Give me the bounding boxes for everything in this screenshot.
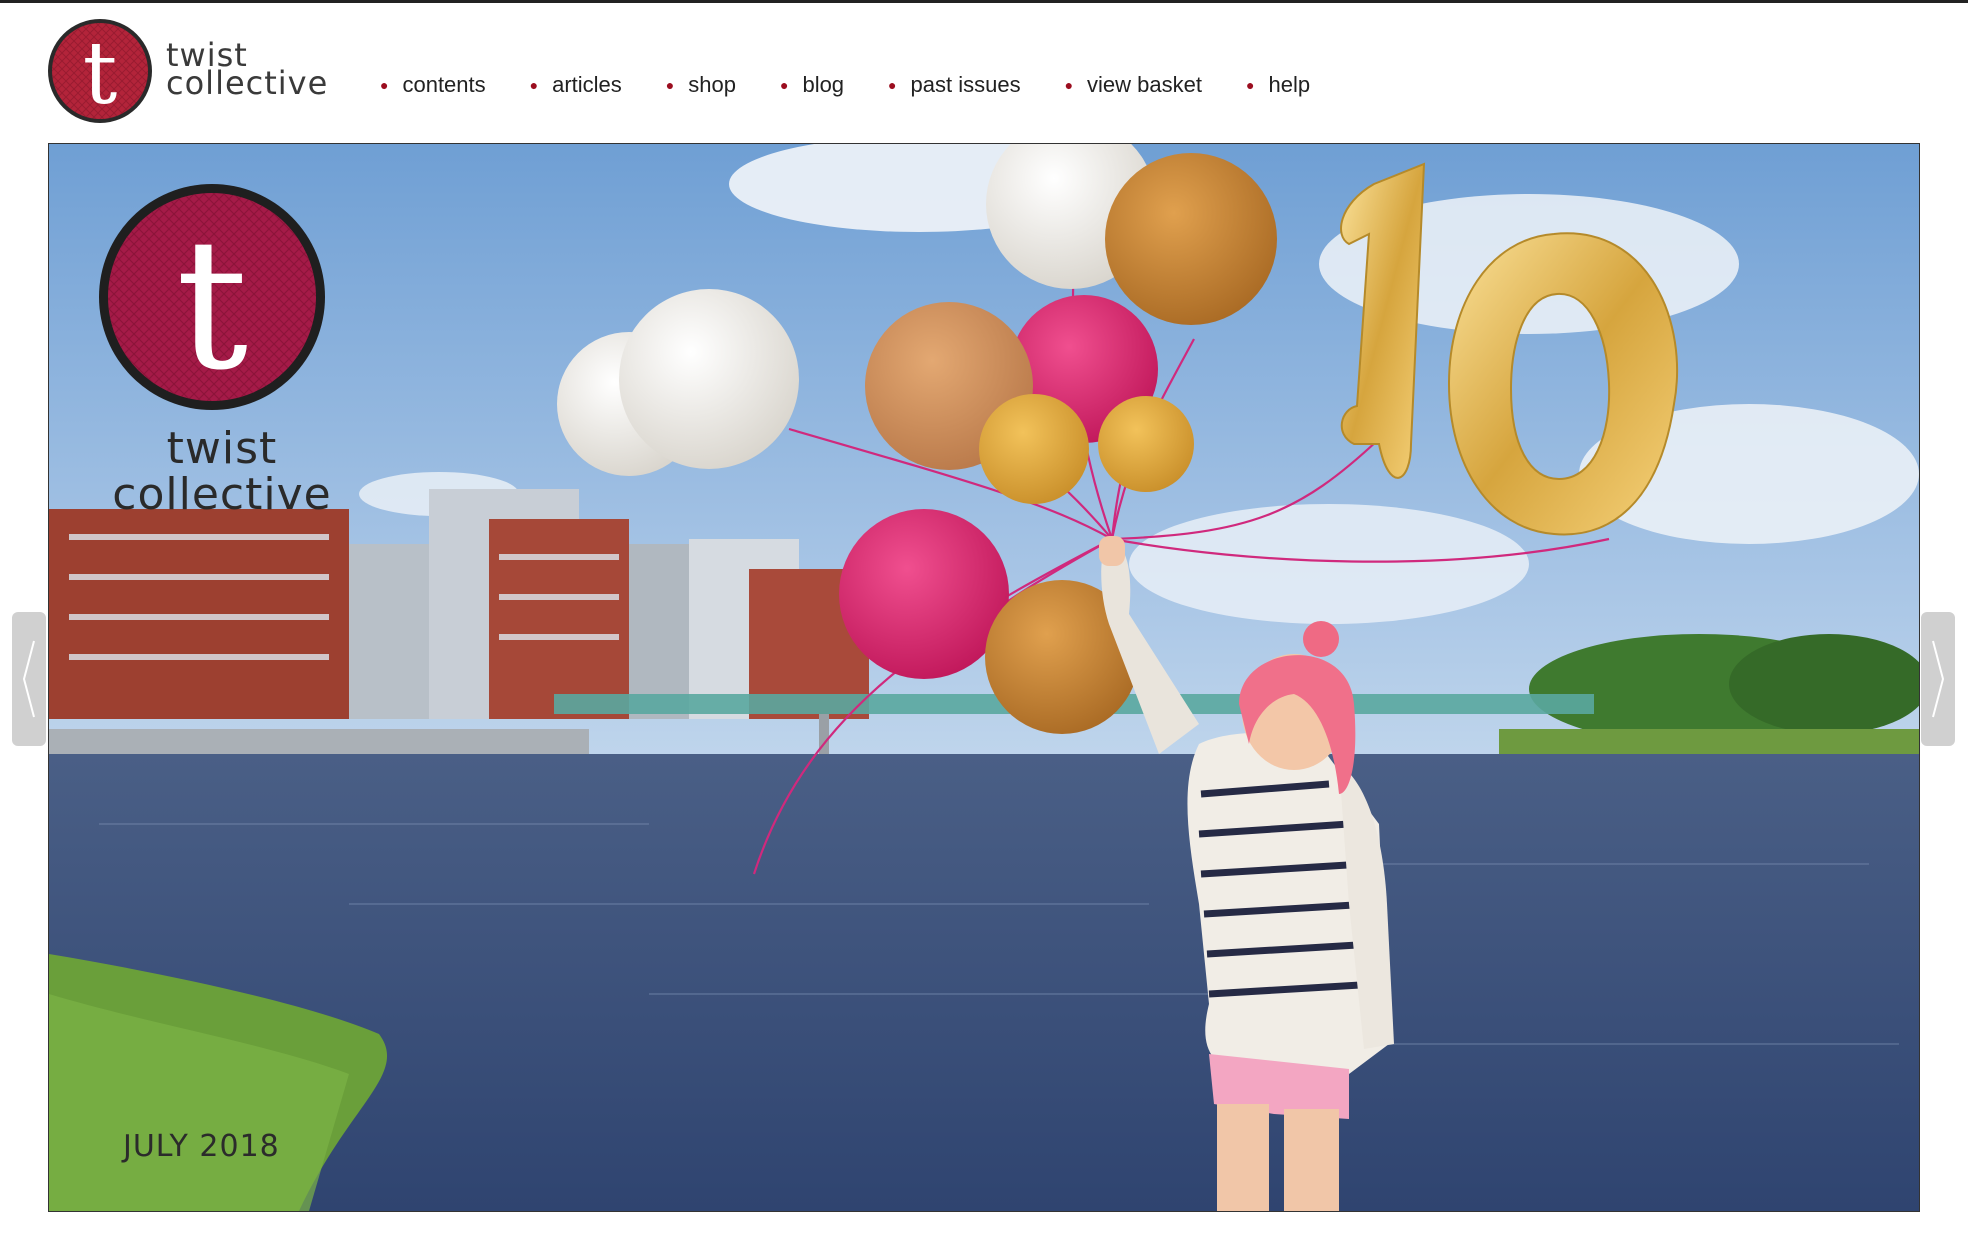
cover-slide[interactable]: t twist collective JULY 2018	[48, 143, 1920, 1212]
cover-logo-wordmark: twist collective	[107, 426, 337, 518]
main-nav: ● contents ● articles ● shop ● blog ● past is…	[380, 69, 1354, 101]
nav-label: shop	[688, 72, 736, 97]
site-header: t twist collective ● contents ● articles ●…	[0, 3, 1968, 143]
nav-label: past issues	[910, 72, 1021, 97]
logo-wordmark: twist collective	[166, 39, 329, 102]
bullet-icon: ●	[888, 77, 897, 93]
issue-date: JULY 2018	[123, 1129, 280, 1164]
nav-label: help	[1268, 72, 1311, 97]
nav-label: blog	[802, 72, 845, 97]
bullet-icon: ●	[1064, 77, 1074, 93]
nav-articles[interactable]: ● articles	[530, 72, 622, 98]
nav-label: articles	[552, 72, 622, 97]
logo-badge-icon: t	[48, 19, 152, 124]
nav-label: contents	[402, 72, 486, 97]
slider-next-button[interactable]	[1921, 612, 1955, 746]
nav-label: view basket	[1087, 72, 1202, 97]
svg-text:t: t	[176, 201, 248, 410]
nav-blog[interactable]: ● blog	[780, 72, 844, 98]
nav-shop[interactable]: ● shop	[666, 72, 736, 98]
bullet-icon: ●	[665, 77, 675, 93]
cover-photo: t	[49, 144, 1919, 1211]
bullet-icon: ●	[1246, 77, 1255, 93]
nav-help[interactable]: ● help	[1246, 72, 1310, 98]
chevron-left-icon	[22, 640, 35, 718]
nav-view-basket[interactable]: ● view basket	[1065, 72, 1202, 98]
slider-prev-button[interactable]	[12, 612, 46, 746]
bullet-icon: ●	[779, 77, 789, 93]
logo-word-collective: collective	[166, 64, 329, 102]
bullet-icon: ●	[380, 77, 389, 93]
nav-past-issues[interactable]: ● past issues	[888, 72, 1021, 98]
bullet-icon: ●	[529, 77, 539, 93]
cover-logo-badge: t	[99, 184, 325, 410]
svg-text:t: t	[83, 24, 118, 124]
nav-contents[interactable]: ● contents	[380, 72, 486, 98]
cover-logo-word-twist: twist	[166, 423, 278, 474]
site-logo[interactable]: t twist collective	[46, 17, 386, 129]
cover-logo-word-collective: collective	[112, 469, 332, 520]
chevron-right-icon	[1932, 640, 1945, 718]
